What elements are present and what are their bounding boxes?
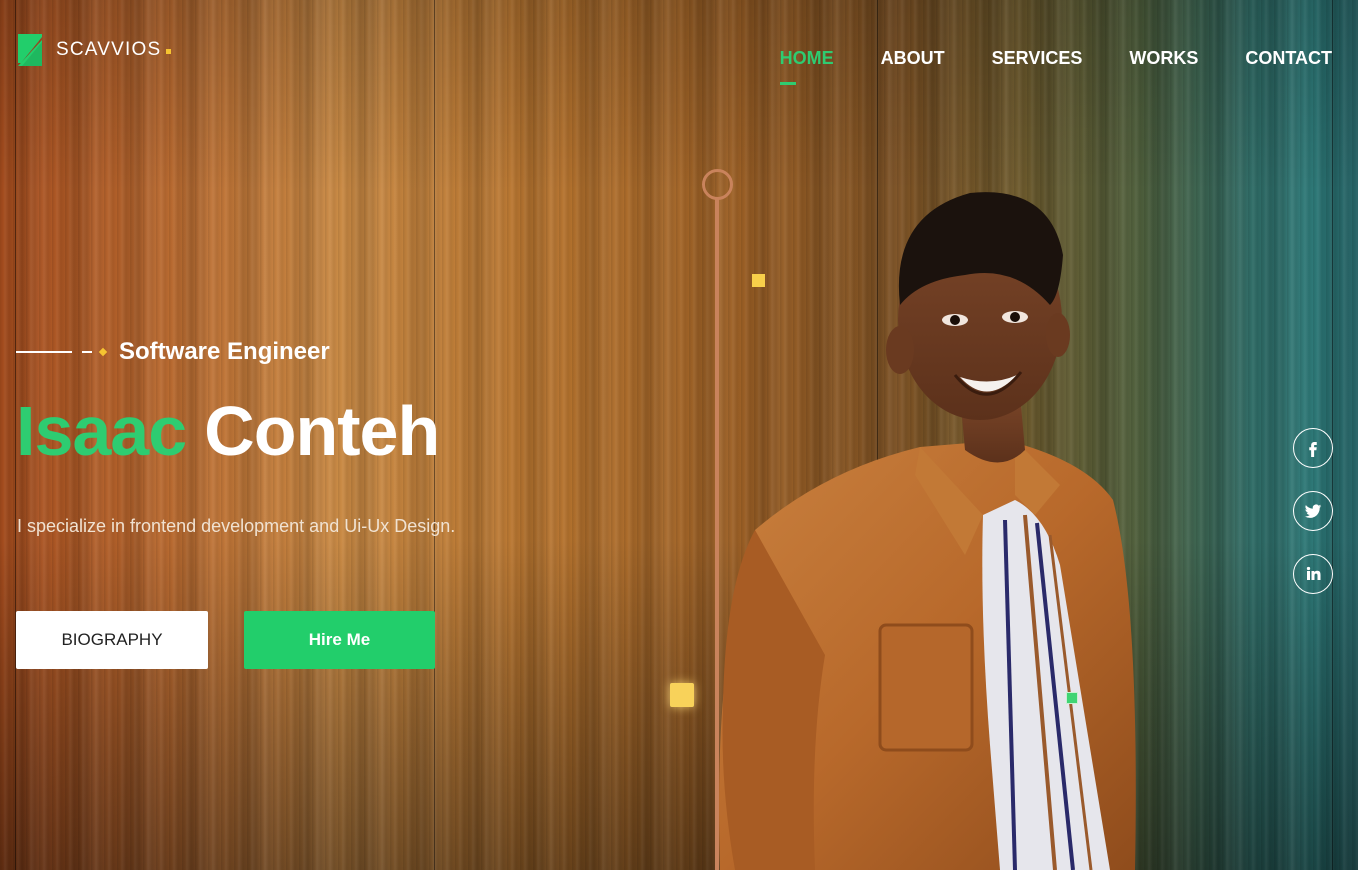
hero-tagline: I specialize in frontend development and… bbox=[17, 516, 456, 536]
social-links bbox=[1293, 428, 1333, 617]
decor-square bbox=[670, 683, 694, 707]
nav-home[interactable]: HOME bbox=[779, 48, 834, 85]
brand-name: SCAVVIOS bbox=[56, 39, 162, 60]
first-name: Isaac bbox=[16, 392, 187, 470]
brand-dot bbox=[166, 48, 172, 54]
last-name: Conteh bbox=[204, 392, 440, 470]
facebook-icon bbox=[1309, 442, 1317, 457]
biography-button[interactable]: BIOGRAPHY bbox=[16, 611, 208, 669]
nav-about[interactable]: ABOUT bbox=[881, 48, 945, 69]
brand-logo-icon bbox=[18, 34, 42, 66]
role-row: Software Engineer bbox=[16, 338, 330, 366]
profile-photo bbox=[719, 192, 1136, 870]
linkedin-icon bbox=[1306, 566, 1321, 580]
decor-square bbox=[1066, 692, 1078, 704]
hero-name: Isaac Conteh bbox=[16, 396, 440, 466]
main-nav: HOME ABOUT SERVICES WORKS CONTACT bbox=[733, 48, 1332, 85]
hire-me-button[interactable]: Hire Me bbox=[244, 611, 435, 669]
decor-diamond bbox=[98, 347, 108, 357]
brand-logo[interactable]: SCAVVIOS bbox=[18, 34, 172, 66]
role-title: Software Engineer bbox=[119, 338, 330, 365]
nav-contact[interactable]: CONTACT bbox=[1245, 48, 1332, 69]
nav-services[interactable]: SERVICES bbox=[992, 48, 1083, 69]
linkedin-link[interactable] bbox=[1293, 554, 1333, 594]
decor-line bbox=[16, 351, 72, 353]
twitter-icon bbox=[1304, 504, 1322, 518]
twitter-link[interactable] bbox=[1293, 491, 1333, 531]
hero-section: SCAVVIOS HOME ABOUT SERVICES WORKS CONTA… bbox=[0, 0, 1358, 870]
decor-dash bbox=[82, 351, 92, 353]
nav-works[interactable]: WORKS bbox=[1129, 48, 1198, 69]
facebook-link[interactable] bbox=[1293, 428, 1333, 468]
